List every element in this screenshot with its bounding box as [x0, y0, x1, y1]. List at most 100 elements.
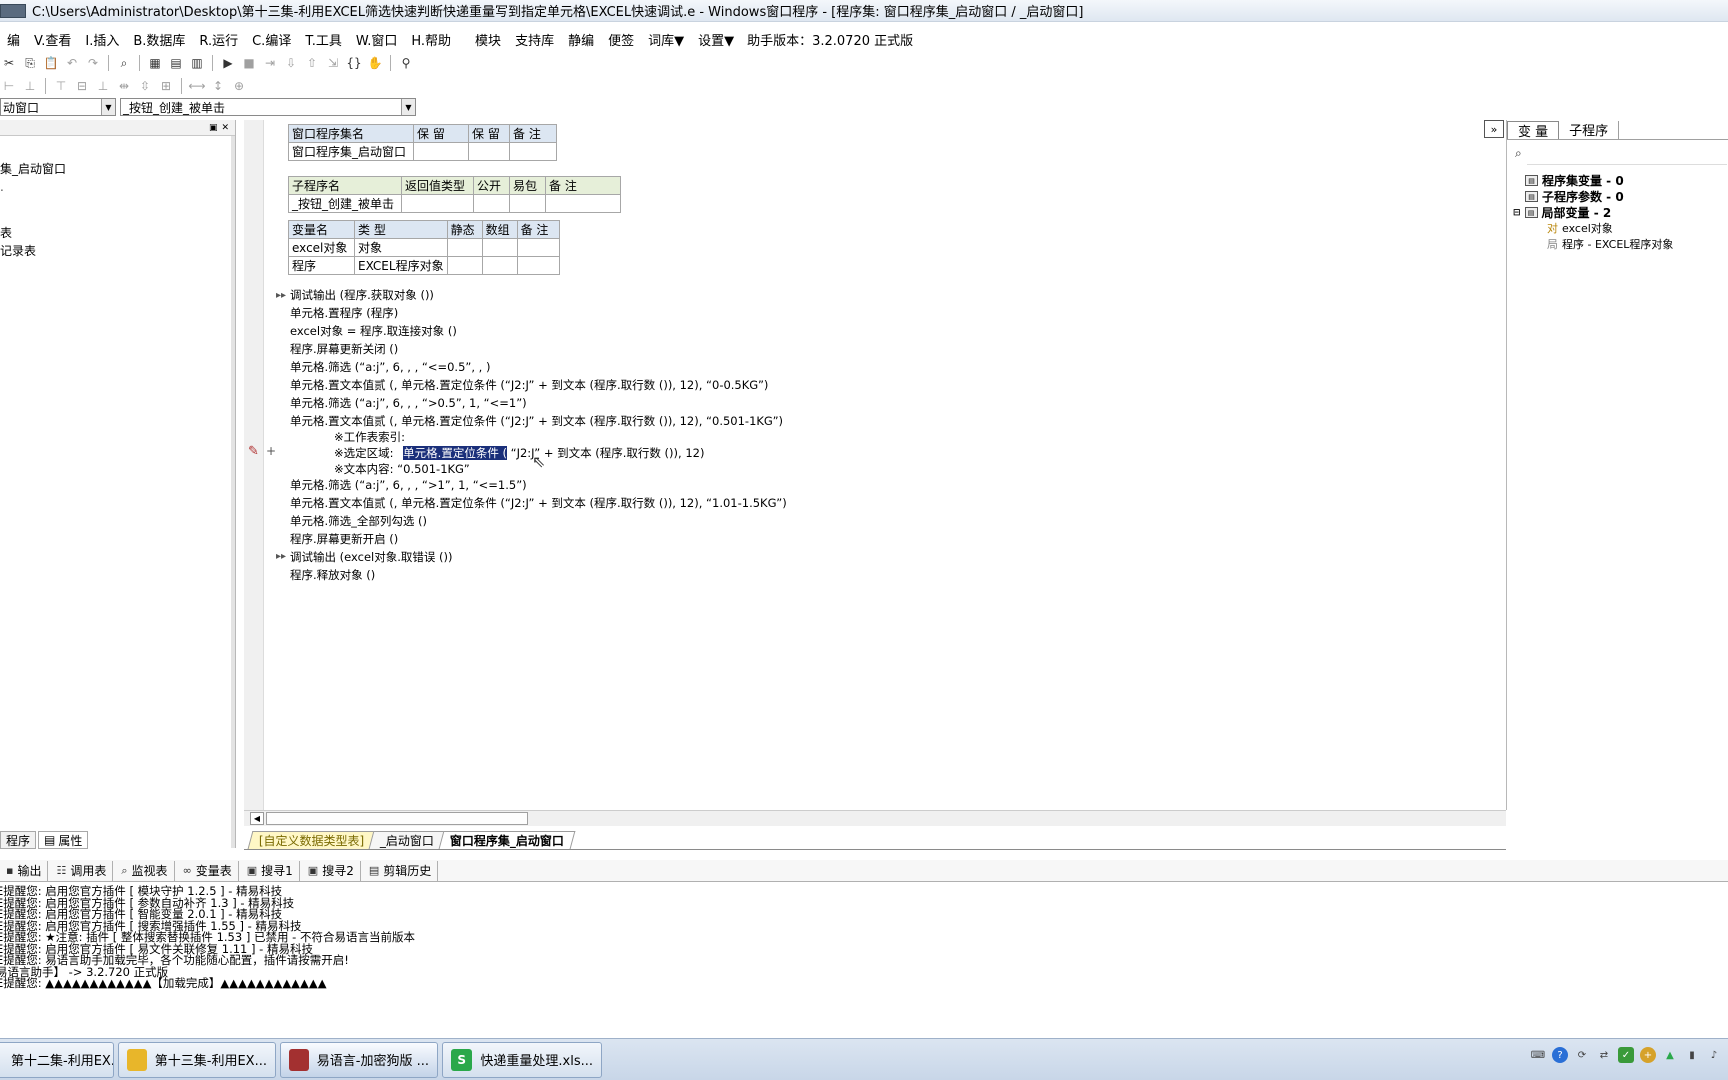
- connection-icon[interactable]: ⇄: [1596, 1047, 1612, 1063]
- same-width-icon[interactable]: ⇹: [115, 77, 133, 95]
- table-cell[interactable]: _按钮_创建_被单击: [288, 194, 402, 213]
- security-icon[interactable]: +: [1640, 1047, 1656, 1063]
- menu-view[interactable]: V.查看: [27, 30, 78, 49]
- tree-local-vars[interactable]: ⊟ ▤ 局部变量 - 2: [1513, 204, 1611, 221]
- code-line[interactable]: 单元格.筛选 (“a:j”, 6, , , “>0.5”, 1, “<=1”): [290, 395, 527, 411]
- shield-icon[interactable]: ✓: [1618, 1047, 1634, 1063]
- table-cell[interactable]: [473, 194, 510, 213]
- code-line[interactable]: 单元格.筛选_全部列勾选 (): [290, 513, 427, 529]
- code-line[interactable]: 调试输出 (excel对象.取错误 ()): [290, 549, 452, 565]
- tab-search1[interactable]: ▣ 搜寻1: [241, 860, 300, 881]
- param-text-content[interactable]: ※文本内容: “0.501-1KG”: [334, 461, 470, 477]
- table-cell[interactable]: 对象: [354, 238, 448, 257]
- close-icon[interactable]: ✕: [221, 123, 229, 133]
- chevron-down-icon[interactable]: ▼: [101, 99, 115, 115]
- code-line[interactable]: 单元格.筛选 (“a:j”, 6, , , “<=0.5”, , ): [290, 359, 490, 375]
- table-cell[interactable]: [481, 256, 518, 275]
- tab-properties[interactable]: ▤ 属性: [38, 831, 89, 849]
- h-spacing-icon[interactable]: ⟷: [188, 77, 206, 95]
- output-panel[interactable]: E提醒您: 启用您官方插件 [ 模块守护 1.2.5 ] - 精易科技 E提醒您…: [0, 884, 1728, 1024]
- keyboard-icon[interactable]: ⌨: [1530, 1047, 1546, 1063]
- v-spacing-icon[interactable]: ↕: [209, 77, 227, 95]
- same-size-icon[interactable]: ⊞: [157, 77, 175, 95]
- search-icon[interactable]: ⌕: [1515, 146, 1522, 161]
- code-line[interactable]: 程序.屏幕更新关闭 (): [290, 341, 398, 357]
- scroll-thumb[interactable]: [266, 812, 528, 825]
- menu-tools[interactable]: T.工具: [298, 30, 349, 49]
- tab-startup-window[interactable]: _启动窗口: [368, 831, 446, 849]
- tab-watch[interactable]: ⌕ 监视表: [115, 860, 175, 881]
- code-line[interactable]: 单元格.筛选 (“a:j”, 6, , , “>1”, 1, “<=1.5”): [290, 477, 527, 493]
- hand-icon[interactable]: ✋: [366, 54, 384, 72]
- align-bottom-icon[interactable]: ⊥: [94, 77, 112, 95]
- menu-run[interactable]: R.运行: [192, 30, 245, 49]
- taskbar-item-excel[interactable]: S 快递重量处理.xls...: [442, 1041, 602, 1078]
- collapse-icon[interactable]: ⊟: [1513, 208, 1521, 218]
- table-cell[interactable]: [516, 256, 560, 275]
- table-cell[interactable]: [413, 142, 469, 161]
- tab-search2[interactable]: ▣ 搜寻2: [302, 860, 361, 881]
- breakpoint-icon[interactable]: {}: [345, 54, 363, 72]
- align-center-icon[interactable]: ⊥: [21, 77, 39, 95]
- table-cell[interactable]: [446, 238, 483, 257]
- menu-window[interactable]: W.窗口: [349, 30, 405, 49]
- menu-dictionary[interactable]: 词库▼: [641, 30, 691, 49]
- find-icon[interactable]: ⌕: [115, 54, 133, 72]
- redo-icon[interactable]: ↷: [84, 54, 102, 72]
- selected-text[interactable]: 单元格.置定位条件 (: [403, 446, 507, 460]
- pin-icon[interactable]: ▣: [209, 123, 218, 133]
- code-line[interactable]: 调试输出 (程序.获取对象 ()): [290, 287, 434, 303]
- menu-static-compile[interactable]: 静编: [561, 30, 601, 49]
- cut-icon[interactable]: ✂: [0, 54, 18, 72]
- param-worksheet-index[interactable]: ※工作表索引:: [334, 429, 405, 445]
- align-top-icon[interactable]: ⊤: [52, 77, 70, 95]
- volume-icon[interactable]: ♪: [1706, 1047, 1722, 1063]
- tab-clip-history[interactable]: ▤ 剪辑历史: [363, 860, 439, 881]
- table-cell[interactable]: [401, 194, 474, 213]
- tab-program[interactable]: 程序: [0, 831, 37, 849]
- menu-modules[interactable]: 模块: [468, 30, 508, 49]
- table-cell[interactable]: excel对象: [288, 238, 355, 257]
- table-cell[interactable]: [509, 194, 546, 213]
- menu-database[interactable]: B.数据库: [126, 30, 192, 49]
- taskbar-item-eyuyan[interactable]: 易语言-加密狗版 ...: [280, 1041, 438, 1078]
- menu-edit[interactable]: 编: [0, 30, 27, 49]
- code-line[interactable]: 程序.释放对象 (): [290, 567, 375, 583]
- collapse-panel-icon[interactable]: »: [1484, 120, 1504, 138]
- tab-subroutines[interactable]: 子程序: [1559, 120, 1620, 139]
- tree-item-table[interactable]: 表: [0, 224, 12, 241]
- layout-2-icon[interactable]: ▤: [167, 54, 185, 72]
- binoculars-icon[interactable]: ⚲: [397, 54, 415, 72]
- signal-icon[interactable]: ▮: [1684, 1047, 1700, 1063]
- align-middle-icon[interactable]: ⊟: [73, 77, 91, 95]
- tree-var-excel[interactable]: 对 excel对象: [1547, 220, 1613, 236]
- taskbar-item-ep13[interactable]: 第十三集-利用EX...: [118, 1041, 276, 1078]
- run-to-cursor-icon[interactable]: ⇲: [324, 54, 342, 72]
- tab-custom-types[interactable]: [自定义数据类型表]: [247, 831, 376, 849]
- tab-variables-table[interactable]: ∞ 变量表: [177, 860, 239, 881]
- code-line[interactable]: excel对象 = 程序.取连接对象 (): [290, 323, 457, 339]
- menu-settings[interactable]: 设置▼: [691, 30, 741, 49]
- code-line[interactable]: 单元格.置文本值贰 (, 单元格.置定位条件 (“J2:J” + 到文本 (程序…: [290, 495, 787, 511]
- tab-variables[interactable]: 变 量: [1507, 120, 1560, 140]
- network-icon[interactable]: ▲: [1662, 1047, 1678, 1063]
- layout-3-icon[interactable]: ▥: [188, 54, 206, 72]
- tree-item-record-table[interactable]: 记录表: [0, 242, 36, 259]
- code-line[interactable]: 程序.屏幕更新开启 (): [290, 531, 398, 547]
- paste-icon[interactable]: 📋: [42, 54, 60, 72]
- run-icon[interactable]: ▶: [219, 54, 237, 72]
- tab-call-stack[interactable]: ☷ 调用表: [50, 860, 114, 881]
- undo-icon[interactable]: ↶: [63, 54, 81, 72]
- scroll-left-icon[interactable]: ◀: [250, 812, 264, 825]
- expand-icon[interactable]: ▸▸: [276, 551, 286, 562]
- sync-icon[interactable]: ⟳: [1574, 1047, 1590, 1063]
- menu-compile[interactable]: C.编译: [245, 30, 298, 49]
- table-cell[interactable]: [446, 256, 483, 275]
- search-input[interactable]: [1527, 164, 1727, 165]
- align-left-icon[interactable]: ⊢: [0, 77, 18, 95]
- tab-window-assembly[interactable]: 窗口程序集_启动窗口: [438, 831, 576, 849]
- tree-sub-params[interactable]: ▤ 子程序参数 - 0: [1525, 188, 1624, 205]
- table-cell[interactable]: EXCEL程序对象: [354, 256, 448, 275]
- window-select[interactable]: 动窗口 ▼: [0, 98, 116, 116]
- tree-item-assembly[interactable]: 集_启动窗口: [0, 160, 66, 177]
